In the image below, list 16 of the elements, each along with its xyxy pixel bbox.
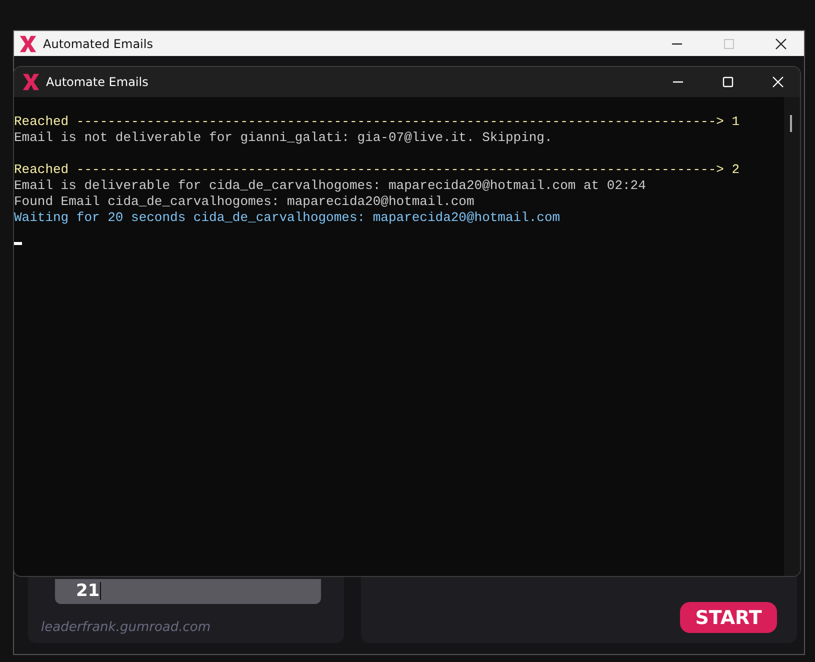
console-line: Email is deliverable for cida_de_carvalhogomes: maparecida20@hotmail.com at 02:24 [14,178,646,194]
scrollbar-thumb[interactable] [790,115,792,132]
logo-icon [22,73,40,91]
console-line: Found Email cida_de_carvalhogomes: maparecida20@hotmail.com [14,194,474,210]
input-field[interactable]: 21 [55,579,321,604]
footer-text: leaderfrank.gumroad.com [41,620,212,635]
logo-icon [19,34,37,52]
text-cursor [14,242,22,245]
console-line: Reached ----------------------------------------------------------------------------------> 1 [14,114,740,130]
window-title: Automated Emails [43,36,153,50]
close-icon[interactable] [775,38,787,50]
start-button[interactable]: START [680,602,777,633]
console-line: Waiting for 20 seconds cida_de_carvalhogomes: maparecida20@hotmail.com [14,210,560,226]
console-line: Reached ----------------------------------------------------------------------------------> 2 [14,162,740,178]
window-title: Automate Emails [46,75,148,89]
console-line: Email is not deliverable for gianni_galati: gia-07@live.it. Skipping. [14,130,552,146]
